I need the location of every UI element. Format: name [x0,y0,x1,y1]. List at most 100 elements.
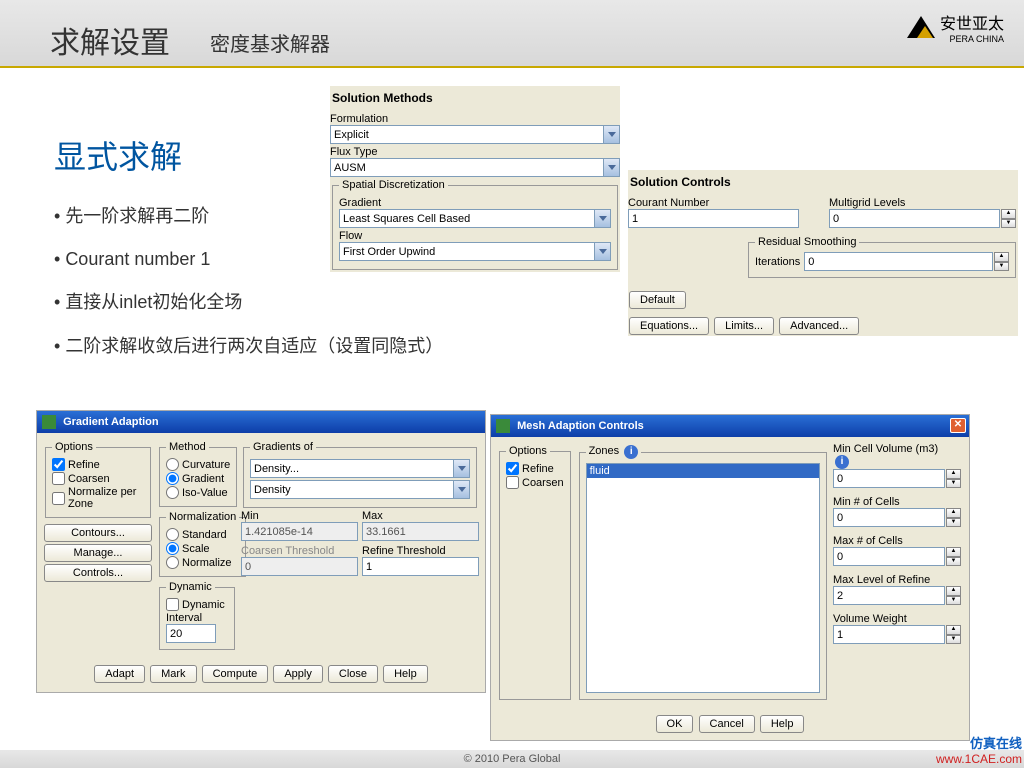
refine-label: Refine [68,459,100,471]
options-group: Options Refine Coarsen Normalize per Zon… [45,441,151,518]
limits-button[interactable]: Limits... [714,317,774,335]
courant-input[interactable] [628,209,799,228]
solution-controls-panel: Solution Controls Courant Number Multigr… [628,170,1018,336]
bullet-item: 直接从inlet初始化全场 [54,281,443,324]
zone-item-selected[interactable]: fluid [587,464,819,478]
section-heading: 显式求解 [54,132,182,178]
refine-checkbox[interactable] [52,458,65,471]
logo: 安世亚太 PERA CHINA [907,10,1004,44]
logo-text-en: PERA CHINA [940,34,1004,44]
cancel-button[interactable]: Cancel [699,715,755,733]
gradient-radio[interactable] [166,472,179,485]
spinner-icon[interactable]: ▲▼ [946,586,961,605]
chevron-down-icon[interactable] [603,159,619,176]
ok-button[interactable]: OK [656,715,694,733]
titlebar[interactable]: Mesh Adaption Controls ✕ [491,415,969,437]
zones-listbox[interactable]: fluid [586,463,820,693]
max-label: Max [362,510,383,522]
default-button[interactable]: Default [629,291,686,309]
spinner-icon[interactable]: ▲▼ [994,252,1009,271]
gradient-value[interactable] [339,209,611,228]
rth-label: Refine Threshold [362,545,446,557]
gradient-combo[interactable] [339,209,611,228]
manage-button[interactable]: Manage... [44,544,152,562]
chevron-down-icon[interactable] [453,460,469,477]
norm-legend: Normalization [166,511,239,523]
curvature-radio[interactable] [166,458,179,471]
flux-label: Flux Type [330,146,378,158]
mincell-label: Min Cell Volume (m3) i [833,443,938,467]
controls-button[interactable]: Controls... [44,564,152,582]
normalization-group: Normalization Standard Scale Normalize [159,511,246,577]
panel-title: Solution Methods [332,91,620,105]
grads-legend: Gradients of [250,441,316,453]
spinner-icon[interactable]: ▲▼ [946,625,961,644]
close-button[interactable]: Close [328,665,378,683]
formulation-value[interactable] [330,125,620,144]
scale-radio[interactable] [166,542,179,555]
solution-methods-panel: Solution Methods Formulation Flux Type S… [330,86,620,272]
close-icon[interactable]: ✕ [950,418,966,433]
multigrid-input[interactable] [829,209,1000,228]
residual-smoothing-group: Residual Smoothing Iterations ▲▼ [748,236,1016,278]
help-button[interactable]: Help [760,715,805,733]
flux-combo[interactable] [330,158,620,177]
zones-group: Zones i fluid [579,445,827,700]
spinner-icon[interactable]: ▲▼ [946,508,961,527]
chevron-down-icon[interactable] [453,481,469,498]
advanced-button[interactable]: Advanced... [779,317,859,335]
interval-input[interactable] [166,624,216,643]
title-main: 求解设置 [50,18,170,62]
coarsen-checkbox[interactable] [506,476,519,489]
isovalue-radio[interactable] [166,486,179,499]
spinner-icon[interactable]: ▲▼ [946,469,961,488]
contours-button[interactable]: Contours... [44,524,152,542]
standard-radio[interactable] [166,528,179,541]
dynamic-checkbox[interactable] [166,598,179,611]
title-sub: 密度基求解器 [210,28,330,57]
grads-combo-2[interactable] [250,480,470,499]
flow-combo[interactable] [339,242,611,261]
mesh-adaption-dialog: Mesh Adaption Controls ✕ Options Refine … [490,414,970,741]
dynamic-group: Dynamic Dynamic Interval [159,581,235,650]
minnum-input[interactable] [833,508,945,527]
slide-header: 求解设置 密度基求解器 安世亚太 PERA CHINA [0,0,1024,68]
flow-label: Flow [339,230,362,242]
equations-button[interactable]: Equations... [629,317,709,335]
refine-checkbox[interactable] [506,462,519,475]
options-legend: Options [506,445,550,457]
normalize-radio[interactable] [166,556,179,569]
info-icon[interactable]: i [835,455,849,469]
normalize-checkbox[interactable] [52,492,65,505]
flow-value[interactable] [339,242,611,261]
dialog-title: Mesh Adaption Controls [517,420,644,432]
chevron-down-icon[interactable] [603,126,619,143]
rth-input[interactable] [362,557,479,576]
volw-input[interactable] [833,625,945,644]
iterations-input[interactable] [804,252,993,271]
maxlvl-input[interactable] [833,586,945,605]
courant-label: Courant Number [628,197,709,209]
spinner-icon[interactable]: ▲▼ [1001,209,1016,228]
chevron-down-icon[interactable] [594,243,610,260]
gradients-group: Gradients of [243,441,477,508]
maxnum-input[interactable] [833,547,945,566]
info-icon[interactable]: i [624,445,638,459]
coarsen-label: Coarsen [68,473,110,485]
coarsen-checkbox[interactable] [52,472,65,485]
volw-label: Volume Weight [833,613,945,625]
mincell-input[interactable] [833,469,945,488]
min-label: Min [241,510,259,522]
formulation-combo[interactable] [330,125,620,144]
residual-legend: Residual Smoothing [755,236,859,248]
titlebar[interactable]: Gradient Adaption [37,411,485,433]
adapt-button[interactable]: Adapt [94,665,145,683]
compute-button[interactable]: Compute [202,665,269,683]
flux-value[interactable] [330,158,620,177]
help-button[interactable]: Help [383,665,428,683]
mark-button[interactable]: Mark [150,665,196,683]
apply-button[interactable]: Apply [273,665,323,683]
grads-combo-1[interactable] [250,459,470,478]
chevron-down-icon[interactable] [594,210,610,227]
spinner-icon[interactable]: ▲▼ [946,547,961,566]
